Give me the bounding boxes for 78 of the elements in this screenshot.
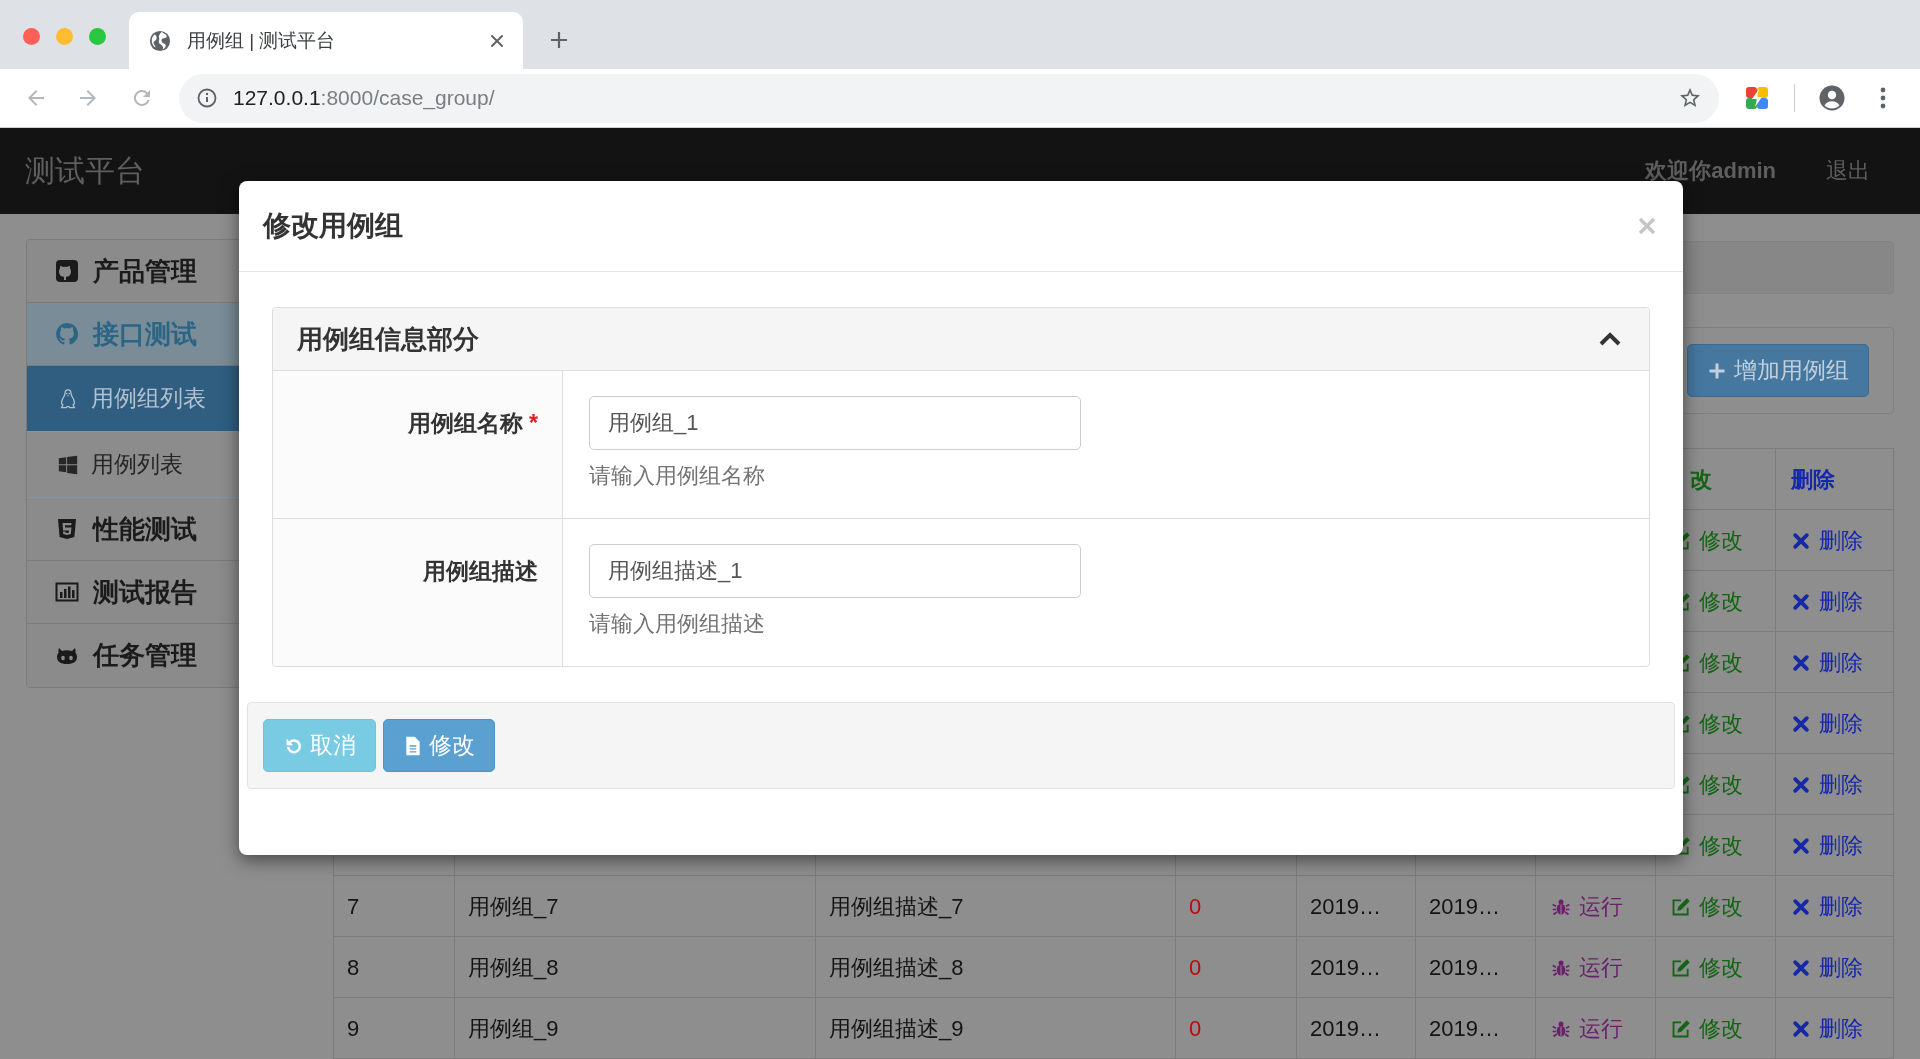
logout-link[interactable]: 退出 bbox=[1826, 156, 1870, 186]
required-mark: * bbox=[529, 409, 538, 438]
shield-five-icon bbox=[55, 517, 79, 541]
table-cell: 2019… bbox=[1310, 954, 1381, 981]
four-panes-icon bbox=[57, 453, 79, 476]
delete-x-icon bbox=[1791, 774, 1811, 795]
cancel-button[interactable]: 取消 bbox=[263, 719, 376, 772]
info-icon[interactable] bbox=[197, 88, 217, 108]
table-cell: 2019… bbox=[1429, 954, 1500, 981]
delete-link[interactable]: 删除 bbox=[1791, 952, 1863, 983]
menu-icon[interactable] bbox=[1880, 87, 1886, 109]
table-cell: 0 bbox=[1189, 893, 1202, 920]
help-text: 请输入用例组名称 bbox=[589, 463, 765, 489]
address-bar[interactable]: 127.0.0.1:8000/case_group/ bbox=[179, 73, 1719, 123]
add-group-button[interactable]: 增加用例组 bbox=[1687, 344, 1869, 397]
table-cell: 2019… bbox=[1429, 1015, 1500, 1042]
delete-x-icon bbox=[1791, 591, 1811, 612]
run-link[interactable]: 运行 bbox=[1551, 1013, 1623, 1044]
run-link[interactable]: 运行 bbox=[1551, 952, 1623, 983]
bar-chart-icon bbox=[55, 580, 79, 604]
table-cell: 2019… bbox=[1429, 893, 1500, 920]
close-tab-icon[interactable] bbox=[489, 32, 505, 49]
document-icon bbox=[403, 735, 423, 756]
delete-x-icon bbox=[1791, 530, 1811, 551]
delete-link[interactable]: 删除 bbox=[1791, 708, 1863, 739]
delete-x-icon bbox=[1791, 652, 1811, 673]
delete-link[interactable]: 删除 bbox=[1791, 586, 1863, 617]
delete-link[interactable]: 删除 bbox=[1791, 891, 1863, 922]
delete-x-icon bbox=[1791, 713, 1811, 734]
delete-link[interactable]: 删除 bbox=[1791, 525, 1863, 556]
welcome-text: 欢迎你admin bbox=[1645, 157, 1776, 185]
submit-button[interactable]: 修改 bbox=[383, 719, 495, 772]
table-cell-text: 用例组描述_7 bbox=[829, 892, 964, 921]
edit-link[interactable]: 修改 bbox=[1671, 952, 1743, 983]
table-cell: 0 bbox=[1189, 1015, 1202, 1042]
column-header: 改 bbox=[1690, 465, 1712, 494]
delete-link[interactable]: 删除 bbox=[1791, 647, 1863, 678]
table-cell: 0 bbox=[1189, 954, 1202, 981]
edit-icon bbox=[1671, 896, 1691, 917]
delete-link[interactable]: 删除 bbox=[1791, 830, 1863, 861]
text-input[interactable]: 用例组描述_1 bbox=[589, 544, 1081, 598]
table-cell: 8 bbox=[347, 954, 360, 981]
extension-icon[interactable] bbox=[1745, 86, 1769, 110]
table-cell-text: 用例组_9 bbox=[468, 1014, 559, 1043]
delete-x-icon bbox=[1791, 835, 1811, 856]
table-cell: 2019… bbox=[1310, 1015, 1381, 1042]
table-cell-text: 用例组描述_9 bbox=[829, 1014, 964, 1043]
help-text: 请输入用例组描述 bbox=[589, 611, 765, 637]
plus-icon bbox=[1707, 361, 1726, 380]
run-link[interactable]: 运行 bbox=[1551, 891, 1623, 922]
edit-link[interactable]: 修改 bbox=[1671, 891, 1743, 922]
table-cell-text: 用例组描述_8 bbox=[829, 953, 964, 982]
bookmark-star-icon[interactable] bbox=[1678, 86, 1702, 110]
browser-tab[interactable]: 用例组 | 测试平台 bbox=[129, 12, 523, 69]
table-cell: 7 bbox=[347, 893, 360, 920]
text-input[interactable]: 用例组_1 bbox=[589, 396, 1081, 450]
table-cell-text: 用例组_8 bbox=[468, 953, 559, 982]
brand-title[interactable]: 测试平台 bbox=[25, 150, 145, 192]
table-cell: 2019… bbox=[1310, 893, 1381, 920]
edit-icon bbox=[1671, 1018, 1691, 1039]
new-tab-icon[interactable] bbox=[549, 30, 569, 50]
delete-x-icon bbox=[1791, 1018, 1811, 1039]
edit-link[interactable]: 修改 bbox=[1671, 1013, 1743, 1044]
modal-title: 修改用例组 bbox=[263, 209, 403, 243]
delete-link[interactable]: 删除 bbox=[1791, 769, 1863, 800]
delete-x-icon bbox=[1791, 896, 1811, 917]
table-cell-text: 用例组_7 bbox=[468, 892, 559, 921]
globe-icon bbox=[149, 29, 171, 52]
table-cell: 9 bbox=[347, 1015, 360, 1042]
column-header: 删除 bbox=[1791, 465, 1835, 494]
field-label: 用例组名称 bbox=[408, 409, 524, 438]
close-window-icon[interactable] bbox=[23, 28, 40, 45]
delete-x-icon bbox=[1791, 957, 1811, 978]
field-label: 用例组描述 bbox=[423, 557, 538, 586]
cat-square-icon bbox=[55, 259, 79, 283]
delete-link[interactable]: 删除 bbox=[1791, 1013, 1863, 1044]
profile-icon[interactable] bbox=[1819, 85, 1845, 111]
edit-icon bbox=[1671, 957, 1691, 978]
